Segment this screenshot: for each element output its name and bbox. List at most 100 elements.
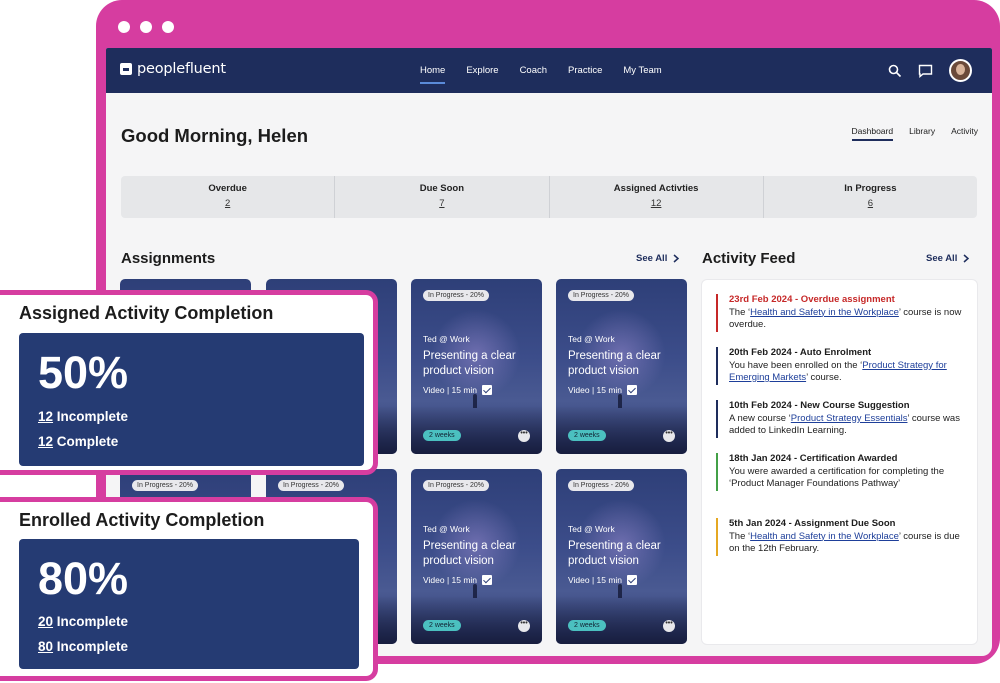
card-meta: Video | 15 min [423,575,493,585]
checkbox-icon [482,385,493,395]
completion-card: 80% 20 Incomplete 80 Incomplete [19,539,359,669]
course-link[interactable]: Product Strategy Essentials [791,413,908,424]
nav-item-coach[interactable]: Coach [520,48,561,93]
progress-badge: In Progress - 20% [278,480,345,491]
progress-badge: In Progress - 20% [423,480,490,491]
see-all-label: See All [636,253,668,264]
card-title: Presenting a clear product vision [423,350,516,377]
stat-label: In Progress [844,183,897,194]
logo[interactable]: peoplefluent [120,61,226,77]
feed-item-heading: 10th Feb 2024 - New Course Suggestion [729,400,910,411]
widget-title: Enrolled Activity Completion [19,510,265,530]
feed-item: 5th Jan 2024 - Assignment Due Soon The ‘… [716,518,966,556]
stat-value[interactable]: 6 [764,198,977,209]
course-link[interactable]: Health and Safety in the Workplace [750,531,899,542]
card-meta-text: Video | 15 min [423,575,478,585]
stat-assigned: Assigned Activties 12 [550,176,764,218]
avatar[interactable] [949,59,972,82]
checkbox-icon [627,575,638,585]
feed-item-text: You were awarded a certification for com… [729,465,945,490]
card-meta: Video | 15 min [568,575,638,585]
nav-item-home[interactable]: Home [420,48,459,93]
progress-badge: In Progress - 20% [568,480,635,491]
main-nav: Home Explore Coach Practice My Team [420,48,683,93]
see-all-label: See All [926,253,958,264]
assignment-card[interactable]: In Progress - 20% Ted @ Work Presenting … [556,279,687,454]
card-meta: Video | 15 min [423,385,493,395]
nav-item-explore[interactable]: Explore [466,48,512,93]
tab-dashboard[interactable]: Dashboard [851,126,893,141]
incomplete-count: 80 Incomplete [38,639,129,654]
feed-item: 23rd Feb 2024 - Overdue assignment The ‘… [716,294,966,332]
nav-item-my-team[interactable]: My Team [623,48,675,93]
nav-item-practice[interactable]: Practice [568,48,616,93]
checkbox-icon [627,385,638,395]
card-source: Ted @ Work [568,524,615,534]
feed-item-text: You have been enrolled on the ‘Product S… [729,359,947,384]
tab-activity[interactable]: Activity [951,126,978,136]
window-dot[interactable] [118,21,130,33]
more-options-button[interactable]: ••• [663,620,675,632]
window-dot[interactable] [140,21,152,33]
feed-item-text: A new course ‘Product Strategy Essential… [729,412,960,437]
complete-count: 12 Complete [38,434,119,449]
stat-due-soon: Due Soon 7 [335,176,550,218]
window-dot[interactable] [162,21,174,33]
card-meta-text: Video | 15 min [568,385,623,395]
card-title: Presenting a clear product vision [423,540,516,567]
card-source: Ted @ Work [423,524,470,534]
stat-overdue: Overdue 2 [121,176,336,218]
duration-badge: 2 weeks [423,430,461,441]
assignments-see-all-link[interactable]: See All [636,253,680,264]
feed-item: 18th Jan 2024 - Certification Awarded Yo… [716,453,966,491]
search-icon[interactable] [888,64,902,78]
chat-icon[interactable] [918,64,933,78]
completion-card: 50% 12 Incomplete 12 Complete [19,333,364,466]
progress-badge: In Progress - 20% [423,290,490,301]
feed-item-text: The ‘Health and Safety in the Workplace’… [729,306,962,331]
card-source: Ted @ Work [568,334,615,344]
chevron-right-icon [963,254,970,263]
feed-item-heading: 5th Jan 2024 - Assignment Due Soon [729,518,896,529]
top-navigation-bar: peoplefluent Home Explore Coach Practice… [106,48,992,93]
card-meta-text: Video | 15 min [568,575,623,585]
stat-label: Assigned Activties [613,183,699,194]
tab-library[interactable]: Library [909,126,935,136]
assignment-card[interactable]: In Progress - 20% Ted @ Work Presenting … [411,279,542,454]
course-link[interactable]: Health and Safety in the Workplace [750,307,899,318]
assignments-title: Assignments [121,250,216,267]
card-title: Presenting a clear product vision [568,350,661,377]
card-title: Presenting a clear product vision [568,540,661,567]
stat-label: Due Soon [419,183,465,194]
more-options-button[interactable]: ••• [518,620,530,632]
feed-item: 10th Feb 2024 - New Course Suggestion A … [716,400,966,438]
activity-feed-title: Activity Feed [702,250,796,267]
stat-value[interactable]: 12 [550,198,763,209]
duration-badge: 2 weeks [423,620,461,631]
logo-mark-icon [120,63,132,75]
card-source: Ted @ Work [423,334,470,344]
sub-navigation: Dashboard Library Activity [851,126,978,141]
assignment-card[interactable]: In Progress - 20% Ted @ Work Presenting … [411,469,542,644]
more-options-button[interactable]: ••• [663,430,675,442]
duration-badge: 2 weeks [568,620,606,631]
logo-text: peoplefluent [137,61,226,77]
stat-value[interactable]: 7 [335,198,548,209]
stat-value[interactable]: 2 [121,198,334,209]
completion-percent: 50% [38,347,129,398]
feed-item: 20th Feb 2024 - Auto Enrolment You have … [716,347,966,385]
incomplete-count: 12 Incomplete [38,409,129,424]
checkbox-icon [482,575,493,585]
activity-feed-see-all-link[interactable]: See All [926,253,970,264]
assignment-card[interactable]: In Progress - 20% Ted @ Work Presenting … [556,469,687,644]
page-title: Good Morning, Helen [121,125,309,146]
assigned-completion-widget: Assigned Activity Completion 50% 12 Inco… [0,290,378,475]
stats-bar: Overdue 2 Due Soon 7 Assigned Activties … [121,176,977,218]
stat-label: Overdue [208,183,247,194]
widget-title: Assigned Activity Completion [19,303,274,323]
progress-badge: In Progress - 20% [132,480,199,491]
window-controls [118,21,174,33]
enrolled-completion-widget: Enrolled Activity Completion 80% 20 Inco… [0,497,378,681]
incomplete-count: 20 Incomplete [38,614,129,629]
more-options-button[interactable]: ••• [518,430,530,442]
